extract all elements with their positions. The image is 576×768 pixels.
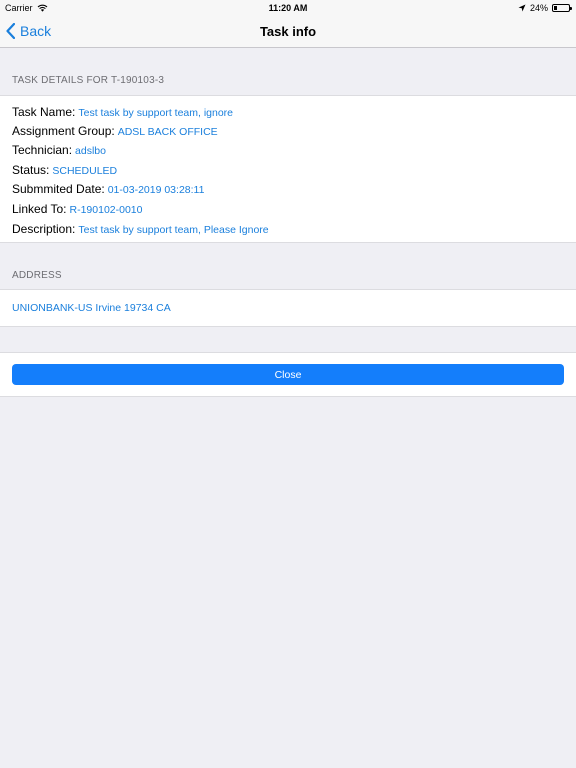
detail-row: Description: Test task by support team, P… [12,222,269,236]
detail-row: Task Name: Test task by support team, ign… [12,105,233,119]
detail-row: Assignment Group: ADSL BACK OFFICE [12,124,218,138]
detail-label: Linked To: [12,202,67,216]
battery-level [554,6,557,10]
detail-label: Assignment Group: [12,124,115,138]
detail-row: Submmited Date: 01-03-2019 03:28:11 [12,182,204,196]
detail-label: Description: [12,222,76,236]
location-arrow-icon [518,4,526,12]
detail-row: Status: SCHEDULED [12,163,117,177]
detail-value: SCHEDULED [52,165,118,177]
task-details-panel: Task Name: Test task by support team, ign… [0,95,576,243]
detail-row: Linked To: R-190102-0010 [12,202,142,216]
detail-value: Test task by support team, ignore [78,107,234,119]
detail-label: Submmited Date: [12,182,105,196]
detail-value: R-190102-0010 [69,204,143,216]
status-bar: Carrier 11:20 AM 24% [0,0,576,16]
detail-row: Technician: adslbo [12,143,106,157]
navigation-bar: Back Task info [0,16,576,48]
detail-value: Test task by support team, Please Ignore [78,224,269,236]
detail-label: Technician: [12,143,73,157]
actions-panel: Close [0,352,576,397]
detail-label: Status: [12,163,50,177]
address-value[interactable]: UNIONBANK-US Irvine 19734 CA [12,302,171,314]
detail-value: ADSL BACK OFFICE [117,126,218,138]
address-header: ADDRESS [12,270,62,281]
detail-value: 01-03-2019 03:28:11 [107,184,205,196]
task-details-header: TASK DETAILS FOR T-190103-3 [12,75,165,86]
status-right: 24% [518,3,572,13]
page-title: Task info [259,24,317,39]
battery-icon [552,4,572,12]
status-time: 11:20 AM [268,3,308,13]
battery-percent: 24% [529,3,548,13]
detail-value: adslbo [75,145,106,157]
close-button[interactable]: Close [12,364,564,385]
detail-label: Task Name: [12,105,76,119]
address-panel: UNIONBANK-US Irvine 19734 CA [0,289,576,327]
